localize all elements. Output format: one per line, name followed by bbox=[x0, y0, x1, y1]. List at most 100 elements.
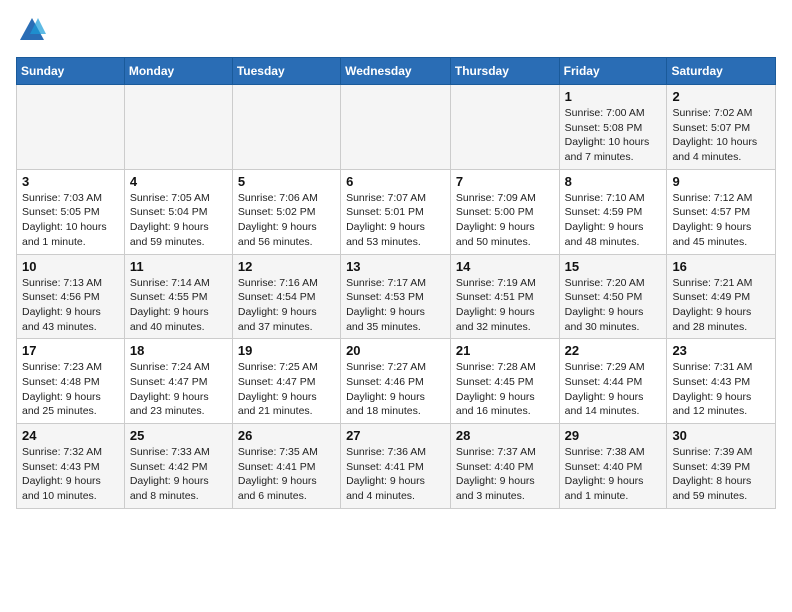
day-info: Sunrise: 7:02 AM Sunset: 5:07 PM Dayligh… bbox=[672, 106, 770, 165]
day-number: 13 bbox=[346, 259, 445, 274]
day-number: 24 bbox=[22, 428, 119, 443]
calendar-cell: 23 Sunrise: 7:31 AM Sunset: 4:43 PM Dayli… bbox=[667, 339, 776, 424]
calendar-header-wednesday: Wednesday bbox=[341, 58, 451, 85]
day-number: 19 bbox=[238, 343, 335, 358]
calendar-cell: 18 Sunrise: 7:24 AM Sunset: 4:47 PM Dayli… bbox=[124, 339, 232, 424]
calendar-cell: 14Sunrise: 7:19 AM Sunset: 4:51 PM Dayli… bbox=[450, 254, 559, 339]
calendar-header-friday: Friday bbox=[559, 58, 667, 85]
calendar-cell: 10 Sunrise: 7:13 AM Sunset: 4:56 PM Dayli… bbox=[17, 254, 125, 339]
calendar-header-row: SundayMondayTuesdayWednesdayThursdayFrid… bbox=[17, 58, 776, 85]
day-number: 28 bbox=[456, 428, 554, 443]
day-info: Sunrise: 7:23 AM Sunset: 4:48 PM Dayligh… bbox=[22, 360, 119, 419]
calendar-cell: 20 Sunrise: 7:27 AM Sunset: 4:46 PM Dayli… bbox=[341, 339, 451, 424]
logo-text bbox=[16, 16, 48, 49]
calendar-cell: 1 Sunrise: 7:00 AM Sunset: 5:08 PM Daylig… bbox=[559, 85, 667, 170]
calendar-cell: 9 Sunrise: 7:12 AM Sunset: 4:57 PM Daylig… bbox=[667, 169, 776, 254]
day-number: 10 bbox=[22, 259, 119, 274]
day-number: 9 bbox=[672, 174, 770, 189]
calendar-cell: 24 Sunrise: 7:32 AM Sunset: 4:43 PM Dayli… bbox=[17, 424, 125, 509]
day-number: 29 bbox=[565, 428, 662, 443]
calendar-cell: 11Sunrise: 7:14 AM Sunset: 4:55 PM Dayli… bbox=[124, 254, 232, 339]
calendar-cell: 15 Sunrise: 7:20 AM Sunset: 4:50 PM Dayli… bbox=[559, 254, 667, 339]
calendar-cell: 6 Sunrise: 7:07 AM Sunset: 5:01 PM Daylig… bbox=[341, 169, 451, 254]
logo-icon bbox=[18, 16, 46, 44]
day-info: Sunrise: 7:00 AM Sunset: 5:08 PM Dayligh… bbox=[565, 106, 662, 165]
calendar-cell: 4Sunrise: 7:05 AM Sunset: 5:04 PM Daylig… bbox=[124, 169, 232, 254]
day-info: Sunrise: 7:39 AM Sunset: 4:39 PM Dayligh… bbox=[672, 445, 770, 504]
day-number: 18 bbox=[130, 343, 227, 358]
calendar-cell: 25 Sunrise: 7:33 AM Sunset: 4:42 PM Dayli… bbox=[124, 424, 232, 509]
day-info: Sunrise: 7:33 AM Sunset: 4:42 PM Dayligh… bbox=[130, 445, 227, 504]
calendar-cell: 16 Sunrise: 7:21 AM Sunset: 4:49 PM Dayli… bbox=[667, 254, 776, 339]
calendar-header-thursday: Thursday bbox=[450, 58, 559, 85]
day-info: Sunrise: 7:12 AM Sunset: 4:57 PM Dayligh… bbox=[672, 191, 770, 250]
day-number: 1 bbox=[565, 89, 662, 104]
day-number: 27 bbox=[346, 428, 445, 443]
calendar-header-monday: Monday bbox=[124, 58, 232, 85]
day-number: 21 bbox=[456, 343, 554, 358]
calendar-cell: 22 Sunrise: 7:29 AM Sunset: 4:44 PM Dayli… bbox=[559, 339, 667, 424]
day-info: Sunrise: 7:28 AM Sunset: 4:45 PM Dayligh… bbox=[456, 360, 554, 419]
day-info: Sunrise: 7:21 AM Sunset: 4:49 PM Dayligh… bbox=[672, 276, 770, 335]
calendar-cell: 30 Sunrise: 7:39 AM Sunset: 4:39 PM Dayli… bbox=[667, 424, 776, 509]
calendar-week-row: 10 Sunrise: 7:13 AM Sunset: 4:56 PM Dayli… bbox=[17, 254, 776, 339]
calendar-cell: 3Sunrise: 7:03 AM Sunset: 5:05 PM Daylig… bbox=[17, 169, 125, 254]
calendar-cell bbox=[17, 85, 125, 170]
calendar-cell: 2 Sunrise: 7:02 AM Sunset: 5:07 PM Daylig… bbox=[667, 85, 776, 170]
calendar-cell: 13Sunrise: 7:17 AM Sunset: 4:53 PM Dayli… bbox=[341, 254, 451, 339]
calendar-cell bbox=[124, 85, 232, 170]
calendar-header-sunday: Sunday bbox=[17, 58, 125, 85]
calendar-cell: 29Sunrise: 7:38 AM Sunset: 4:40 PM Dayli… bbox=[559, 424, 667, 509]
calendar-cell: 12 Sunrise: 7:16 AM Sunset: 4:54 PM Dayli… bbox=[232, 254, 340, 339]
day-info: Sunrise: 7:16 AM Sunset: 4:54 PM Dayligh… bbox=[238, 276, 335, 335]
day-number: 2 bbox=[672, 89, 770, 104]
calendar-cell: 8 Sunrise: 7:10 AM Sunset: 4:59 PM Daylig… bbox=[559, 169, 667, 254]
logo bbox=[16, 16, 48, 49]
day-number: 15 bbox=[565, 259, 662, 274]
calendar-cell: 17 Sunrise: 7:23 AM Sunset: 4:48 PM Dayli… bbox=[17, 339, 125, 424]
day-info: Sunrise: 7:25 AM Sunset: 4:47 PM Dayligh… bbox=[238, 360, 335, 419]
day-number: 17 bbox=[22, 343, 119, 358]
day-info: Sunrise: 7:07 AM Sunset: 5:01 PM Dayligh… bbox=[346, 191, 445, 250]
calendar-week-row: 3Sunrise: 7:03 AM Sunset: 5:05 PM Daylig… bbox=[17, 169, 776, 254]
day-info: Sunrise: 7:06 AM Sunset: 5:02 PM Dayligh… bbox=[238, 191, 335, 250]
day-number: 30 bbox=[672, 428, 770, 443]
day-number: 25 bbox=[130, 428, 227, 443]
day-number: 20 bbox=[346, 343, 445, 358]
calendar-cell bbox=[341, 85, 451, 170]
day-info: Sunrise: 7:29 AM Sunset: 4:44 PM Dayligh… bbox=[565, 360, 662, 419]
day-number: 8 bbox=[565, 174, 662, 189]
day-info: Sunrise: 7:32 AM Sunset: 4:43 PM Dayligh… bbox=[22, 445, 119, 504]
calendar-cell: 5 Sunrise: 7:06 AM Sunset: 5:02 PM Daylig… bbox=[232, 169, 340, 254]
day-info: Sunrise: 7:31 AM Sunset: 4:43 PM Dayligh… bbox=[672, 360, 770, 419]
day-info: Sunrise: 7:27 AM Sunset: 4:46 PM Dayligh… bbox=[346, 360, 445, 419]
day-info: Sunrise: 7:14 AM Sunset: 4:55 PM Dayligh… bbox=[130, 276, 227, 335]
calendar-week-row: 24 Sunrise: 7:32 AM Sunset: 4:43 PM Dayli… bbox=[17, 424, 776, 509]
calendar-cell: 27 Sunrise: 7:36 AM Sunset: 4:41 PM Dayli… bbox=[341, 424, 451, 509]
calendar-cell: 21 Sunrise: 7:28 AM Sunset: 4:45 PM Dayli… bbox=[450, 339, 559, 424]
day-number: 22 bbox=[565, 343, 662, 358]
day-number: 6 bbox=[346, 174, 445, 189]
calendar-cell: 7Sunrise: 7:09 AM Sunset: 5:00 PM Daylig… bbox=[450, 169, 559, 254]
day-info: Sunrise: 7:36 AM Sunset: 4:41 PM Dayligh… bbox=[346, 445, 445, 504]
day-number: 12 bbox=[238, 259, 335, 274]
day-info: Sunrise: 7:13 AM Sunset: 4:56 PM Dayligh… bbox=[22, 276, 119, 335]
calendar-cell bbox=[450, 85, 559, 170]
day-info: Sunrise: 7:10 AM Sunset: 4:59 PM Dayligh… bbox=[565, 191, 662, 250]
day-info: Sunrise: 7:20 AM Sunset: 4:50 PM Dayligh… bbox=[565, 276, 662, 335]
calendar-cell: 26Sunrise: 7:35 AM Sunset: 4:41 PM Dayli… bbox=[232, 424, 340, 509]
calendar-cell: 19 Sunrise: 7:25 AM Sunset: 4:47 PM Dayli… bbox=[232, 339, 340, 424]
day-number: 26 bbox=[238, 428, 335, 443]
day-number: 4 bbox=[130, 174, 227, 189]
calendar-cell bbox=[232, 85, 340, 170]
day-number: 5 bbox=[238, 174, 335, 189]
calendar-cell: 28 Sunrise: 7:37 AM Sunset: 4:40 PM Dayli… bbox=[450, 424, 559, 509]
day-number: 16 bbox=[672, 259, 770, 274]
day-number: 14 bbox=[456, 259, 554, 274]
day-number: 3 bbox=[22, 174, 119, 189]
day-info: Sunrise: 7:24 AM Sunset: 4:47 PM Dayligh… bbox=[130, 360, 227, 419]
day-number: 23 bbox=[672, 343, 770, 358]
day-info: Sunrise: 7:37 AM Sunset: 4:40 PM Dayligh… bbox=[456, 445, 554, 504]
day-info: Sunrise: 7:09 AM Sunset: 5:00 PM Dayligh… bbox=[456, 191, 554, 250]
page-header bbox=[16, 16, 776, 49]
